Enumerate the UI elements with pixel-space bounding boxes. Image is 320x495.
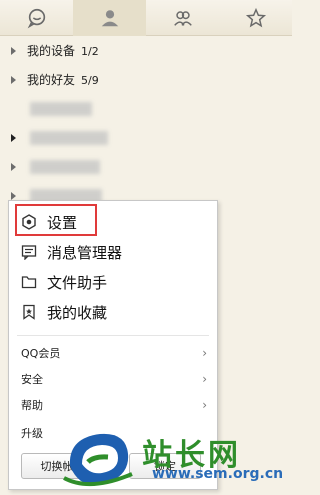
- menu-item-security[interactable]: 安全 ›: [9, 365, 217, 393]
- expand-arrow-icon: [11, 191, 16, 200]
- menu-divider: [17, 335, 209, 336]
- watermark-url: www.sem.org.cn: [152, 466, 284, 482]
- submenu-label: 升级: [21, 427, 43, 440]
- contact-group-friends[interactable]: 我的好友 5/9: [0, 65, 292, 94]
- contact-list: 我的设备 1/2 我的好友 5/9: [0, 36, 292, 210]
- person-icon: [101, 10, 118, 27]
- tab-conversations[interactable]: [0, 0, 73, 36]
- menu-item-label: 消息管理器: [47, 243, 123, 262]
- contact-group-blurred[interactable]: [0, 94, 292, 123]
- contact-group-devices[interactable]: 我的设备 1/2: [0, 36, 292, 65]
- submenu-label: 帮助: [21, 399, 43, 412]
- expand-arrow-icon: [11, 162, 16, 171]
- contact-group-blurred[interactable]: [0, 123, 292, 152]
- expand-arrow-icon: [11, 75, 16, 84]
- message-manager-icon: [21, 245, 37, 260]
- bookmark-icon: [23, 304, 35, 320]
- menu-item-label: 文件助手: [47, 273, 108, 292]
- submenu-label: 安全: [21, 373, 43, 386]
- chat-bubble-icon: [27, 8, 45, 29]
- chevron-right-icon: ›: [202, 398, 207, 412]
- expand-arrow-icon: [11, 133, 16, 142]
- watermark-logo-icon: [63, 433, 133, 487]
- menu-item-settings[interactable]: 设置: [9, 204, 217, 237]
- blurred-group-label: [30, 130, 108, 145]
- menu-item-message-manager[interactable]: 消息管理器: [9, 237, 217, 267]
- menu-item-label: 我的收藏: [47, 303, 108, 322]
- group-icon: [173, 11, 192, 26]
- menu-item-label: 设置: [47, 213, 78, 232]
- folder-icon: [21, 276, 37, 289]
- menu-item-file-assistant[interactable]: 文件助手: [9, 267, 217, 297]
- menu-item-qq-vip[interactable]: QQ会员 ›: [9, 339, 217, 367]
- star-icon: [245, 7, 266, 28]
- main-tab-bar: [0, 0, 292, 36]
- blurred-group-label: [30, 159, 100, 174]
- expand-arrow-icon: [11, 46, 16, 55]
- menu-item-help[interactable]: 帮助 ›: [9, 391, 217, 419]
- tab-groups[interactable]: [146, 0, 219, 36]
- group-label: 我的好友 5/9: [27, 73, 99, 87]
- blurred-group-label: [30, 101, 92, 116]
- site-watermark: 站长网 www.sem.org.cn: [60, 424, 292, 495]
- group-label: 我的设备 1/2: [27, 44, 99, 58]
- chevron-right-icon: ›: [202, 346, 207, 360]
- settings-hexagon-icon: [22, 214, 36, 230]
- tab-favorites[interactable]: [219, 0, 292, 36]
- contact-group-blurred[interactable]: [0, 152, 292, 181]
- submenu-label: QQ会员: [21, 347, 61, 360]
- tab-contacts[interactable]: [73, 0, 146, 36]
- chevron-right-icon: ›: [202, 372, 207, 386]
- menu-item-my-favorites[interactable]: 我的收藏: [9, 297, 217, 327]
